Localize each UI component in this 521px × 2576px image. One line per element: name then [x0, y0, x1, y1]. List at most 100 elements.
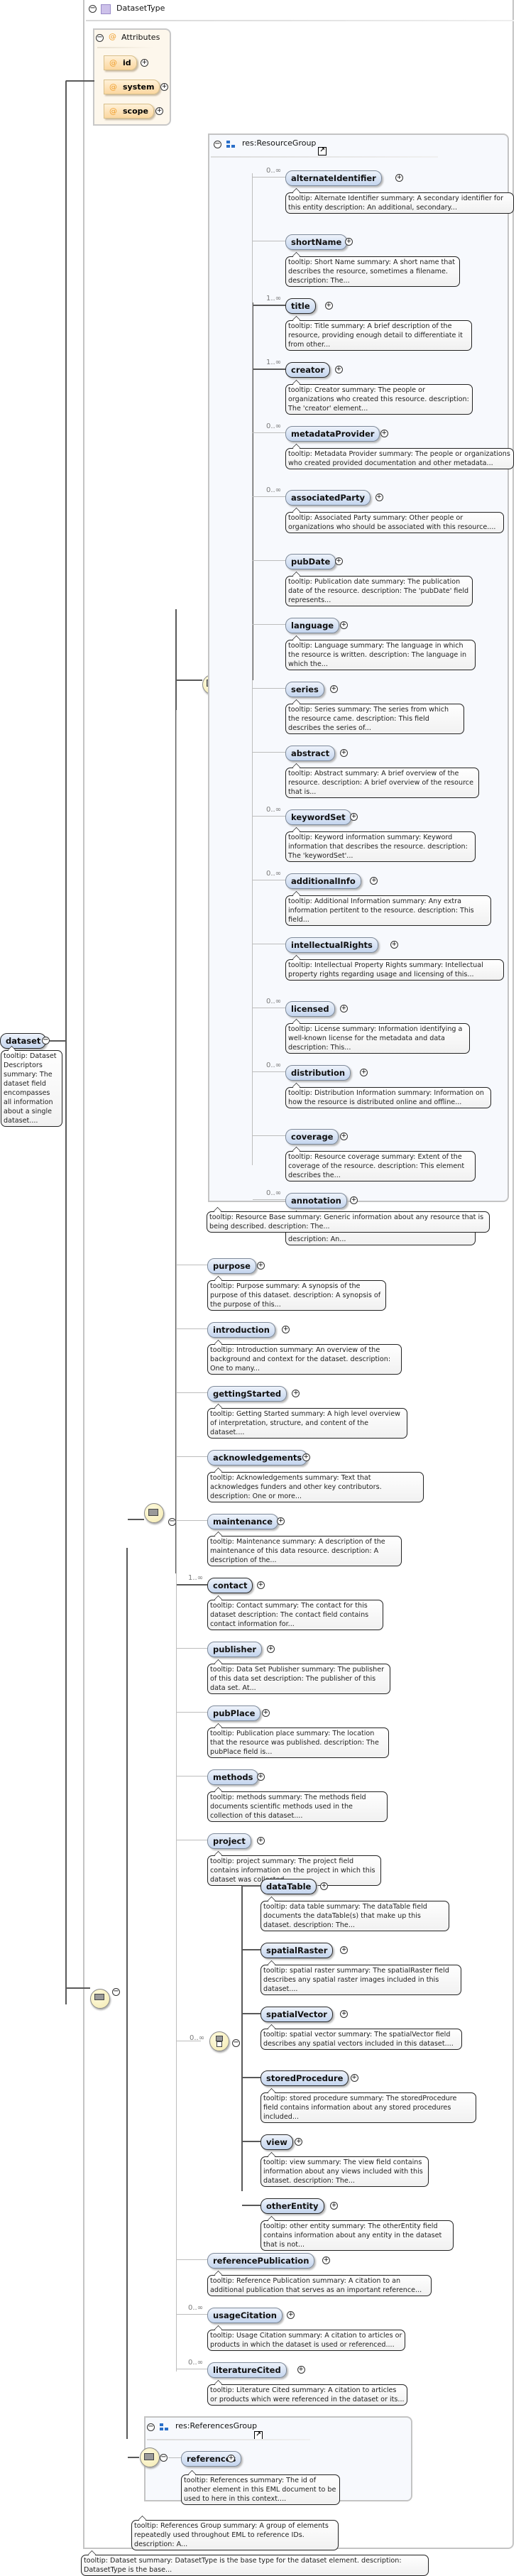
- expand-attribute-button[interactable]: +: [160, 83, 168, 91]
- expand-alternateIdentifier-button[interactable]: +: [395, 174, 403, 182]
- dataset-connector: [50, 1040, 66, 1042]
- collapse-outer-sequence-button[interactable]: −: [112, 1988, 120, 1996]
- element-spatialVector[interactable]: spatialVector: [260, 2007, 333, 2022]
- branch-connector: [253, 688, 285, 689]
- expand-metadataProvider-button[interactable]: +: [380, 430, 388, 437]
- expand-project-button[interactable]: +: [256, 1837, 265, 1845]
- element-creator[interactable]: creator: [285, 362, 331, 378]
- expand-abstract-button[interactable]: +: [339, 749, 348, 757]
- element-language[interactable]: language: [285, 618, 340, 633]
- expand-publisher-button[interactable]: +: [266, 1645, 275, 1653]
- branch-connector: [253, 432, 285, 433]
- expand-annotation-button[interactable]: +: [350, 1196, 358, 1204]
- element-alternateIdentifier[interactable]: alternateIdentifier: [285, 170, 382, 186]
- element-licensed[interactable]: licensed: [285, 1001, 335, 1017]
- element-shortName[interactable]: shortName: [285, 234, 348, 250]
- element-additionalInfo[interactable]: additionalInfo: [285, 873, 361, 889]
- attribute-id[interactable]: @ id: [104, 55, 137, 70]
- collapse-resource-group-button[interactable]: −: [214, 141, 221, 148]
- literatureCited-tooltip: tooltip: Literature Cited summary: A cit…: [207, 2384, 407, 2406]
- expand-references-button[interactable]: +: [227, 2455, 235, 2462]
- branch-connector: [177, 1392, 207, 1393]
- expand-methods-button[interactable]: +: [256, 1773, 265, 1781]
- expand-dataTable-button[interactable]: +: [319, 1882, 328, 1890]
- element-methods[interactable]: methods: [207, 1769, 259, 1785]
- expand-language-button[interactable]: +: [339, 621, 348, 629]
- element-maintenance[interactable]: maintenance: [207, 1514, 278, 1529]
- gettingStarted-tooltip: tooltip: Getting Started summary: A high…: [207, 1408, 407, 1439]
- attributes-divider: [97, 47, 154, 48]
- expand-acknowledgements-button[interactable]: +: [302, 1453, 310, 1461]
- element-abstract[interactable]: abstract: [285, 746, 336, 761]
- expand-literatureCited-button[interactable]: +: [297, 2366, 305, 2374]
- element-introduction[interactable]: introduction: [207, 1322, 275, 1338]
- collapse-references-sequence-button[interactable]: −: [160, 2454, 168, 2462]
- expand-series-button[interactable]: +: [329, 685, 338, 693]
- element-dataset[interactable]: dataset: [0, 1033, 47, 1049]
- element-acknowledgements[interactable]: acknowledgements: [207, 1450, 308, 1466]
- external-link-icon[interactable]: ↗: [318, 147, 327, 155]
- expand-licensed-button[interactable]: +: [339, 1005, 348, 1013]
- element-pubPlace[interactable]: pubPlace: [207, 1705, 261, 1721]
- expand-associatedParty-button[interactable]: +: [375, 493, 383, 501]
- expand-referencePublication-button[interactable]: +: [322, 2256, 330, 2264]
- element-title[interactable]: title: [285, 298, 316, 314]
- element-contact[interactable]: contact: [207, 1578, 253, 1593]
- element-publisher[interactable]: publisher: [207, 1642, 263, 1657]
- attribute-icon: @: [109, 82, 117, 92]
- element-distribution[interactable]: distribution: [285, 1065, 351, 1081]
- collapse-attributes-button[interactable]: −: [96, 34, 104, 42]
- outer-seq-trunk: [126, 1548, 128, 2439]
- attributes-connector: [66, 80, 94, 82]
- collapse-type-button[interactable]: −: [89, 5, 97, 13]
- expand-pubPlace-button[interactable]: +: [261, 1709, 270, 1717]
- element-project[interactable]: project: [207, 1833, 251, 1849]
- element-metadataProvider[interactable]: metadataProvider: [285, 426, 380, 442]
- element-otherEntity[interactable]: otherEntity: [260, 2198, 324, 2214]
- element-storedProcedure[interactable]: storedProcedure: [260, 2070, 349, 2086]
- element-annotation[interactable]: annotation: [285, 1193, 347, 1208]
- refs-connector: [128, 2457, 139, 2458]
- attribute-system[interactable]: @ system: [104, 80, 160, 94]
- collapse-references-group-button[interactable]: −: [147, 2423, 155, 2431]
- cardinality-label: 1..∞: [266, 295, 282, 302]
- element-keywordSet[interactable]: keywordSet: [285, 809, 351, 825]
- branch-connector: [177, 1648, 207, 1649]
- expand-creator-button[interactable]: +: [334, 366, 343, 373]
- collapse-choice-button[interactable]: −: [232, 2039, 240, 2047]
- element-series[interactable]: series: [285, 682, 324, 697]
- expand-attribute-button[interactable]: +: [141, 59, 148, 67]
- cardinality-label: 0..∞: [266, 486, 282, 494]
- attribute-icon: @: [109, 107, 117, 116]
- maintenance-tooltip: tooltip: Maintenance summary: A descript…: [207, 1536, 402, 1566]
- attribute-label: id: [123, 58, 131, 67]
- expand-keywordSet-button[interactable]: +: [350, 813, 358, 821]
- expand-contact-button[interactable]: +: [256, 1581, 265, 1589]
- element-view[interactable]: view: [260, 2134, 293, 2150]
- element-referencePublication[interactable]: referencePublication: [207, 2253, 315, 2269]
- element-literatureCited[interactable]: literatureCited: [207, 2362, 287, 2378]
- branch-connector: [177, 2259, 207, 2260]
- expand-intellectualRights-button[interactable]: +: [390, 941, 398, 949]
- element-pubDate[interactable]: pubDate: [285, 554, 336, 569]
- expand-attribute-button[interactable]: +: [155, 107, 163, 115]
- expand-shortName-button[interactable]: +: [344, 238, 353, 246]
- complex-type-icon: [101, 4, 111, 14]
- element-purpose[interactable]: purpose: [207, 1258, 256, 1274]
- resource-trunk: [252, 173, 253, 1165]
- element-intellectualRights[interactable]: intellectualRights: [285, 937, 378, 953]
- element-dataTable[interactable]: dataTable: [260, 1879, 317, 1894]
- element-gettingStarted[interactable]: gettingStarted: [207, 1386, 287, 1402]
- expand-purpose-button[interactable]: +: [256, 1262, 265, 1270]
- expand-storedProcedure-button[interactable]: +: [350, 2074, 358, 2082]
- element-associatedParty[interactable]: associatedParty: [285, 490, 371, 506]
- expand-coverage-button[interactable]: +: [339, 1133, 348, 1140]
- expand-pubDate-button[interactable]: +: [334, 557, 343, 565]
- expand-title-button[interactable]: +: [324, 302, 333, 310]
- attribute-scope[interactable]: @ scope: [104, 104, 154, 119]
- element-spatialRaster[interactable]: spatialRaster: [260, 1943, 334, 1958]
- element-coverage[interactable]: coverage: [285, 1129, 339, 1145]
- collapse-dataset-button[interactable]: −: [42, 1037, 50, 1044]
- keywordSet-tooltip: tooltip: Keyword information summary: Ke…: [285, 831, 476, 862]
- element-usageCitation[interactable]: usageCitation: [207, 2308, 283, 2323]
